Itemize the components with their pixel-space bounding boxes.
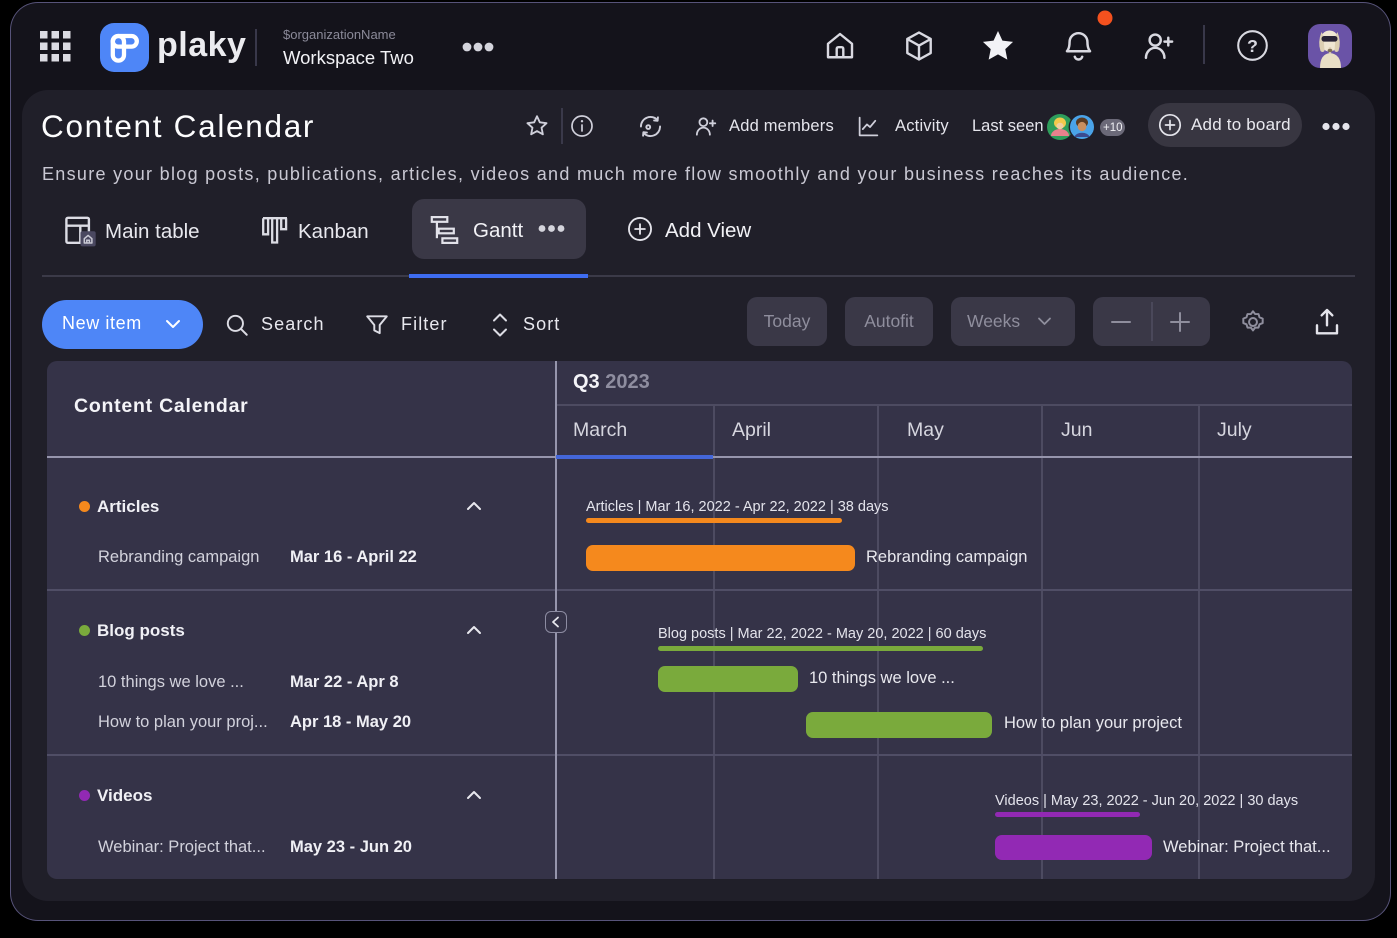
svg-text:?: ?	[1247, 36, 1258, 56]
